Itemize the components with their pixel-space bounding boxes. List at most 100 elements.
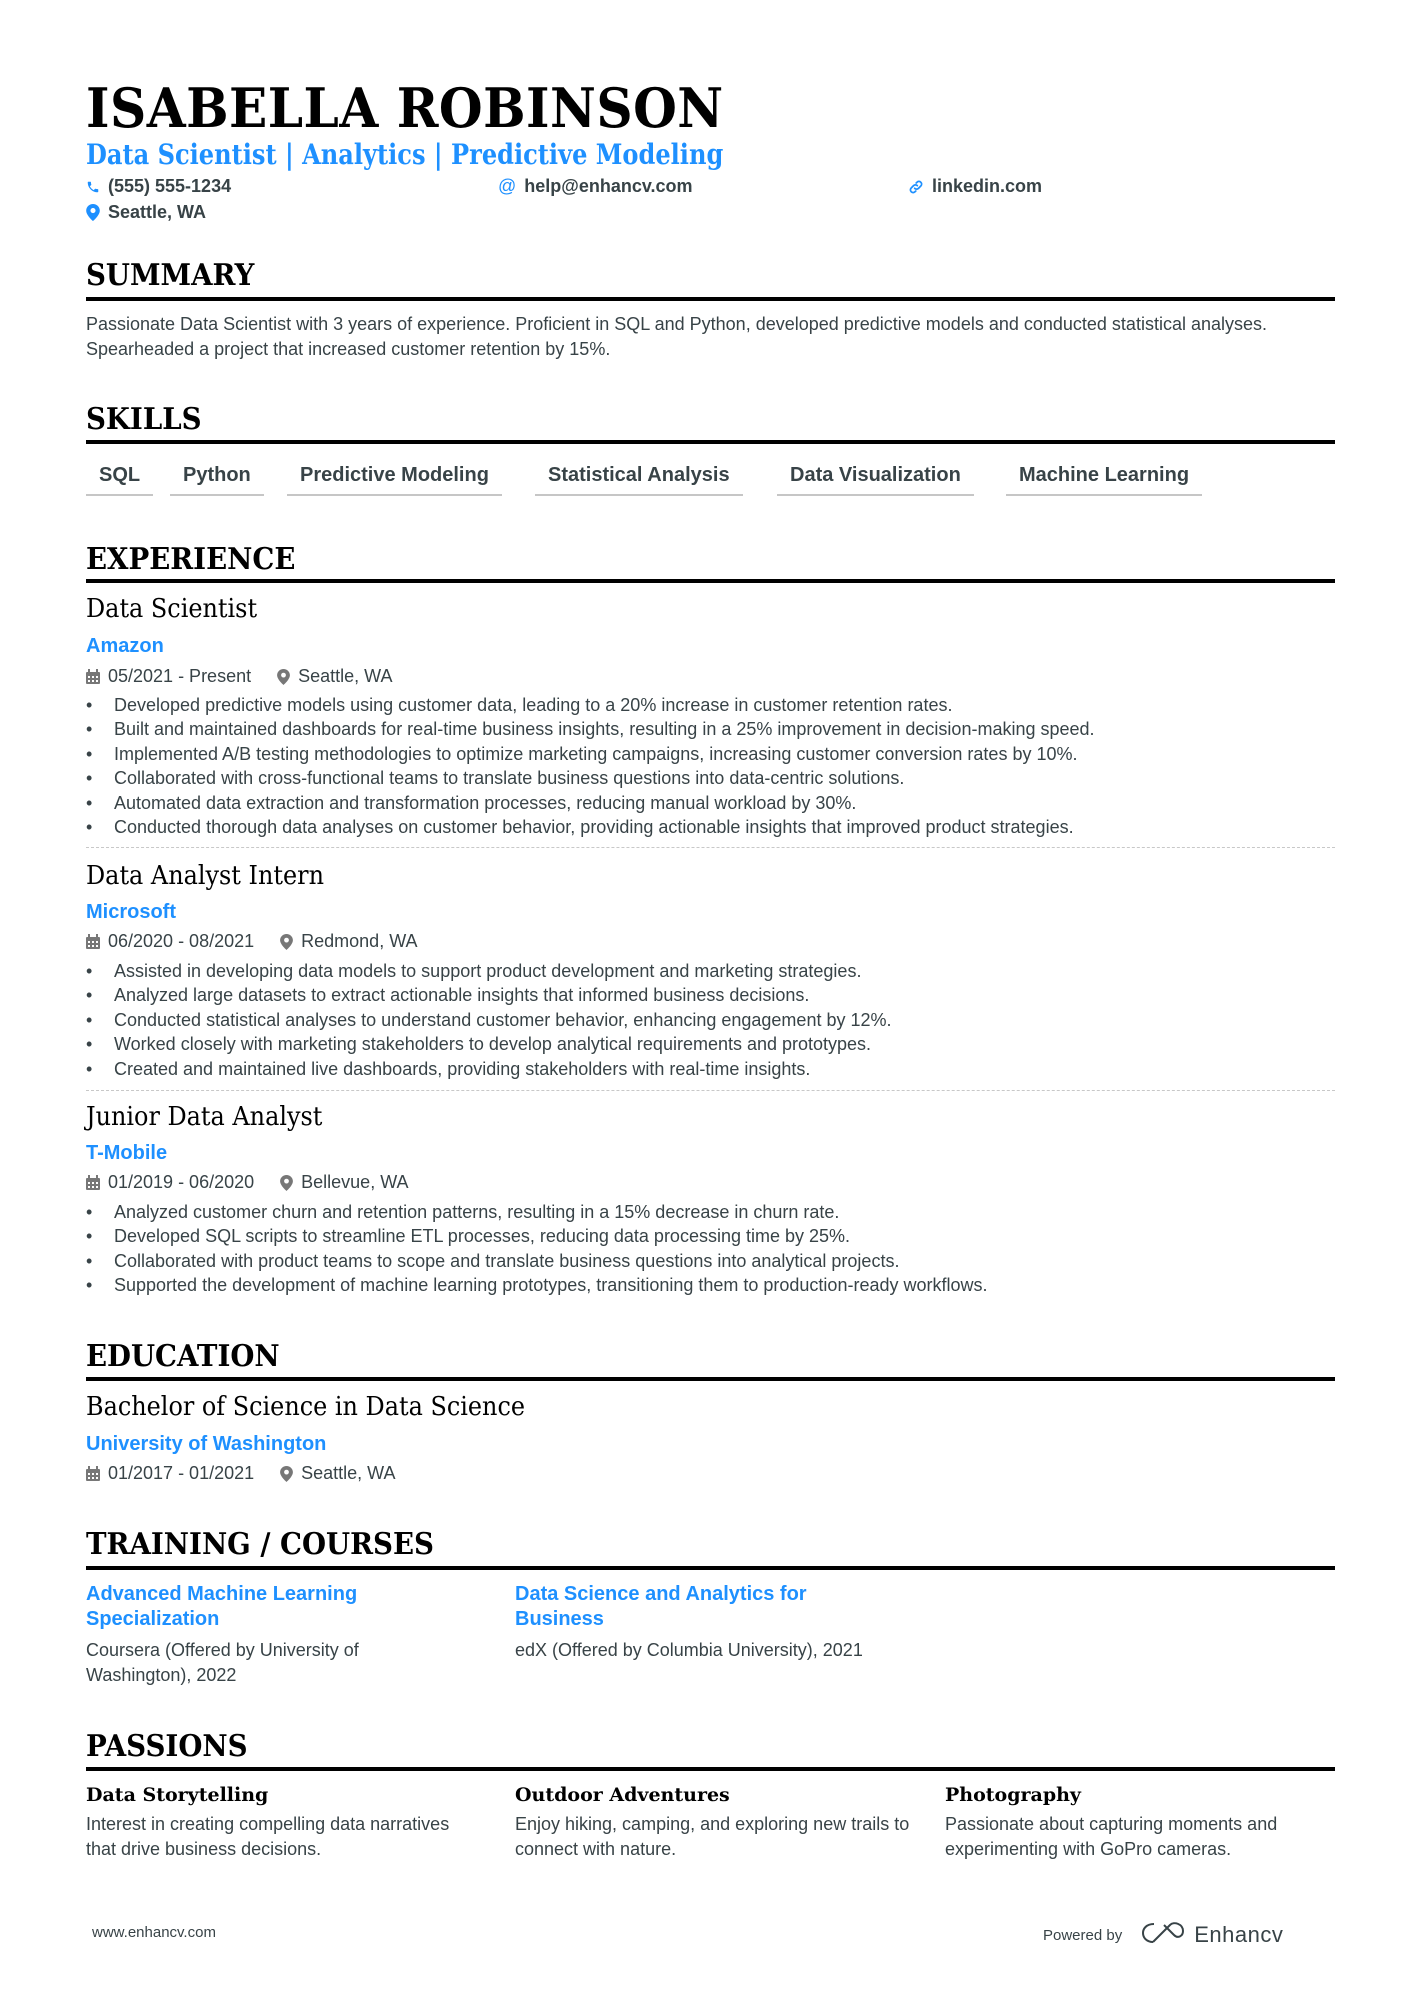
bullet-item: Supported the development of machine lea… <box>86 1273 1336 1298</box>
candidate-name: ISABELLA ROBINSON <box>86 76 724 140</box>
section-divider <box>86 1566 1335 1570</box>
job-bullets: Developed predictive models using custom… <box>86 693 1336 840</box>
bullet-item: Developed SQL scripts to streamline ETL … <box>86 1224 1336 1249</box>
job-title: Data Scientist <box>86 594 258 624</box>
course-title: Advanced Machine Learning Specialization <box>86 1583 358 1630</box>
degree-title: Bachelor of Science in Data Science <box>86 1392 526 1422</box>
map-pin-icon <box>280 1174 294 1191</box>
passion-desc: Passionate about capturing moments and e… <box>945 1814 1278 1859</box>
bullet-item: Worked closely with marketing stakeholde… <box>86 1032 1336 1057</box>
bullet-item: Analyzed customer churn and retention pa… <box>86 1200 1336 1225</box>
enhancv-logo-icon <box>1140 1921 1186 1949</box>
job-dates: 01/2019 - 06/2020 <box>108 1172 255 1192</box>
course-title: Data Science and Analytics for Business <box>515 1583 807 1630</box>
bullet-item: Collaborated with product teams to scope… <box>86 1249 1336 1274</box>
section-divider <box>86 440 1335 444</box>
contact-linkedin[interactable]: linkedin.com <box>908 176 1042 197</box>
bullet-item: Created and maintained live dashboards, … <box>86 1057 1336 1082</box>
passion-title: Data Storytelling <box>86 1784 269 1806</box>
powered-by-label: Powered by <box>1043 1926 1123 1944</box>
linkedin-link[interactable]: linkedin.com <box>932 176 1042 197</box>
section-title-education: EDUCATION <box>86 1339 280 1374</box>
bullet-item: Assisted in developing data models to su… <box>86 959 1336 984</box>
job-location: Bellevue, WA <box>301 1172 409 1192</box>
bullet-item: Analyzed large datasets to extract actio… <box>86 983 1336 1008</box>
course-provider: edX (Offered by Columbia University), 20… <box>515 1640 863 1660</box>
footer-url[interactable]: www.enhancv.com <box>92 1924 216 1941</box>
entry-divider <box>86 847 1335 848</box>
education-meta: 01/2017 - 01/2021 Seattle, WA <box>86 1463 396 1484</box>
course-provider: Coursera (Offered by University of Washi… <box>86 1640 359 1685</box>
passion-desc: Interest in creating compelling data nar… <box>86 1814 450 1859</box>
job-dates: 05/2021 - Present <box>108 666 252 686</box>
passion-item: Outdoor Adventures Enjoy hiking, camping… <box>515 1784 915 1861</box>
bullet-item: Collaborated with cross-functional teams… <box>86 766 1336 791</box>
skill-tag: Statistical Analysis <box>535 464 743 496</box>
school-name: University of Washington <box>86 1433 327 1455</box>
section-title-summary: SUMMARY <box>86 258 255 293</box>
course-item: Advanced Machine Learning Specialization… <box>86 1582 466 1687</box>
contact-location: Seattle, WA <box>86 202 206 223</box>
bullet-item: Developed predictive models using custom… <box>86 693 1336 718</box>
section-title-skills: SKILLS <box>86 402 202 437</box>
company-name: Amazon <box>86 635 164 657</box>
section-divider <box>86 1377 1335 1381</box>
map-pin-icon <box>280 1465 294 1482</box>
summary-text: Passionate Data Scientist with 3 years o… <box>86 314 1267 359</box>
job-bullets: Assisted in developing data models to su… <box>86 959 1336 1081</box>
candidate-headline: Data Scientist | Analytics | Predictive … <box>86 138 724 171</box>
calendar-icon <box>86 1466 100 1481</box>
company-name: T-Mobile <box>86 1142 168 1164</box>
at-icon: @ <box>498 176 517 196</box>
job-bullets: Analyzed customer churn and retention pa… <box>86 1200 1336 1298</box>
calendar-icon <box>86 1175 100 1190</box>
job-location: Redmond, WA <box>301 931 418 951</box>
contact-phone: (555) 555-1234 <box>86 176 231 197</box>
bullet-item: Implemented A/B testing methodologies to… <box>86 742 1336 767</box>
course-item: Data Science and Analytics for Business … <box>515 1582 895 1663</box>
job-meta: 05/2021 - Present Seattle, WA <box>86 666 392 687</box>
skill-tag: Machine Learning <box>1006 464 1203 496</box>
passion-item: Photography Passionate about capturing m… <box>945 1784 1345 1861</box>
map-pin-icon <box>86 204 100 221</box>
section-divider <box>86 297 1335 301</box>
map-pin-icon <box>280 933 294 950</box>
job-meta: 06/2020 - 08/2021 Redmond, WA <box>86 931 418 952</box>
section-divider <box>86 579 1335 583</box>
powered-by[interactable]: Powered by Enhancv <box>1043 1921 1283 1949</box>
bullet-item: Conducted statistical analyses to unders… <box>86 1008 1336 1033</box>
job-title: Junior Data Analyst <box>86 1102 323 1132</box>
phone-number: (555) 555-1234 <box>108 176 232 196</box>
skill-tag: Data Visualization <box>777 464 974 496</box>
contact-email[interactable]: @ help@enhancv.com <box>498 176 693 197</box>
email-link[interactable]: help@enhancv.com <box>524 176 692 197</box>
bullet-item: Automated data extraction and transforma… <box>86 791 1336 816</box>
education-dates: 01/2017 - 01/2021 <box>108 1463 255 1483</box>
job-dates: 06/2020 - 08/2021 <box>108 931 255 951</box>
enhancv-brand: Enhancv <box>1194 1922 1284 1947</box>
passion-item: Data Storytelling Interest in creating c… <box>86 1784 476 1861</box>
location-text: Seattle, WA <box>108 202 207 222</box>
job-title: Data Analyst Intern <box>86 861 324 891</box>
phone-icon <box>86 179 100 195</box>
calendar-icon <box>86 669 100 684</box>
bullet-item: Built and maintained dashboards for real… <box>86 717 1336 742</box>
job-meta: 01/2019 - 06/2020 Bellevue, WA <box>86 1172 409 1193</box>
link-icon <box>908 179 924 195</box>
job-location: Seattle, WA <box>298 666 393 686</box>
section-title-training: TRAINING / COURSES <box>86 1527 434 1562</box>
calendar-icon <box>86 934 100 949</box>
skill-tag: Predictive Modeling <box>287 464 502 496</box>
passion-title: Outdoor Adventures <box>515 1784 730 1806</box>
section-divider <box>86 1767 1335 1771</box>
section-title-passions: PASSIONS <box>86 1729 248 1764</box>
section-title-experience: EXPERIENCE <box>86 542 296 577</box>
skill-tag: Python <box>170 464 264 496</box>
passion-desc: Enjoy hiking, camping, and exploring new… <box>515 1814 910 1859</box>
company-name: Microsoft <box>86 901 176 923</box>
passion-title: Photography <box>945 1784 1081 1806</box>
bullet-item: Conducted thorough data analyses on cust… <box>86 815 1336 840</box>
entry-divider <box>86 1090 1335 1091</box>
education-location: Seattle, WA <box>301 1463 396 1483</box>
skill-tag: SQL <box>86 464 154 496</box>
